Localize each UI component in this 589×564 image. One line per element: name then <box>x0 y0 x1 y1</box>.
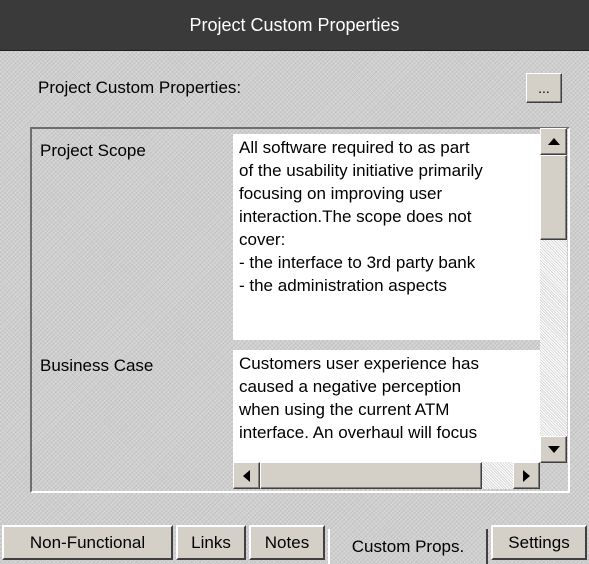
tab-label: Non-Functional <box>29 532 146 552</box>
value-line: - the administration aspects <box>239 276 447 295</box>
section-label: Project Custom Properties: <box>38 78 242 97</box>
tab-links[interactable]: Links <box>176 525 246 560</box>
property-value-project-scope[interactable]: All software required to as part of the … <box>233 134 540 340</box>
tab-label: Settings <box>508 532 570 552</box>
value-line: caused a negative perception <box>239 377 462 396</box>
property-value-business-case[interactable]: Customers user experience has caused a n… <box>233 350 540 462</box>
tab-settings[interactable]: Settings <box>491 525 587 560</box>
scroll-up-button[interactable] <box>540 128 567 155</box>
triangle-left-icon <box>242 469 250 482</box>
tab-custom-props[interactable]: Custom Props. <box>328 529 488 564</box>
tab-label: Links <box>191 532 231 552</box>
scroll-down-button[interactable] <box>540 436 567 463</box>
value-line: interface. An overhaul will focus <box>239 423 478 442</box>
triangle-up-icon <box>547 137 560 145</box>
property-name-business-case: Business Case <box>40 356 154 375</box>
triangle-down-icon <box>547 445 560 453</box>
title-bar: Project Custom Properties <box>0 0 589 51</box>
value-line: when using the current ATM <box>239 400 450 419</box>
window-title: Project Custom Properties <box>189 14 400 35</box>
tab-notes[interactable]: Notes <box>249 525 325 560</box>
triangle-right-icon <box>522 469 530 482</box>
scroll-left-button[interactable] <box>233 462 260 489</box>
browse-button-label: ... <box>538 80 550 96</box>
vertical-scrollbar[interactable] <box>540 128 567 463</box>
value-line: interaction.The scope does not <box>239 207 472 226</box>
value-line: - the interface to 3rd party bank <box>239 253 476 272</box>
tab-non-functional[interactable]: Non-Functional <box>2 525 173 560</box>
value-line: Customers user experience has <box>239 354 480 373</box>
horizontal-scroll-thumb[interactable] <box>260 462 482 489</box>
property-name-project-scope: Project Scope <box>40 141 146 160</box>
value-line: of the usability initiative primarily <box>239 161 483 180</box>
value-line: focusing on improving user <box>239 184 443 203</box>
value-line: All software required to as part <box>239 138 470 157</box>
horizontal-scrollbar[interactable] <box>233 462 540 489</box>
tab-bar: Non-Functional Links Notes Custom Props.… <box>0 521 589 564</box>
scroll-right-button[interactable] <box>513 462 540 489</box>
value-line: cover: <box>239 230 286 249</box>
browse-button[interactable]: ... <box>526 73 562 103</box>
tab-label: Notes <box>264 532 310 552</box>
tab-label: Custom Props. <box>351 536 465 556</box>
vertical-scroll-thumb[interactable] <box>540 155 567 240</box>
scrollbar-corner <box>540 462 567 489</box>
